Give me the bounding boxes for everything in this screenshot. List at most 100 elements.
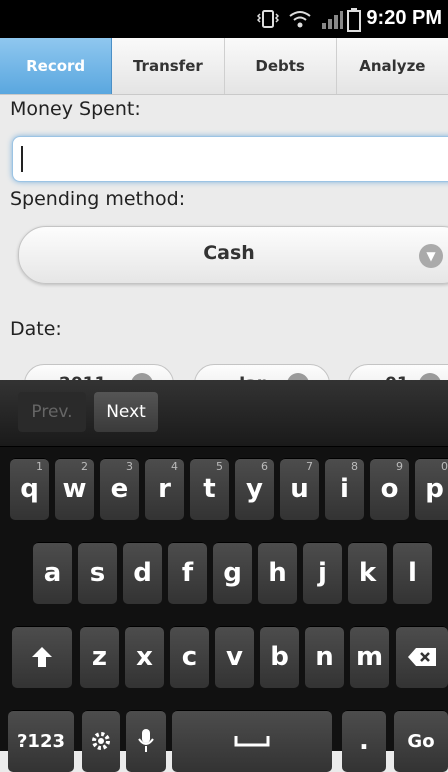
key-d[interactable]: d bbox=[123, 542, 162, 604]
key-y-label: y bbox=[246, 474, 263, 504]
key-b[interactable]: b bbox=[260, 626, 299, 688]
spending-method-select[interactable]: Cash ▼ bbox=[18, 226, 448, 284]
signal-icon bbox=[321, 8, 343, 34]
key-u-label: u bbox=[290, 474, 309, 504]
space-icon bbox=[234, 736, 270, 747]
key-o[interactable]: o9 bbox=[370, 458, 409, 520]
tab-transfer[interactable]: Transfer bbox=[112, 38, 225, 94]
key-o-label: o bbox=[380, 474, 399, 504]
period-key[interactable]: . bbox=[342, 710, 386, 772]
settings-key[interactable] bbox=[82, 710, 120, 772]
key-z-label: z bbox=[91, 642, 108, 672]
key-e[interactable]: e3 bbox=[100, 458, 139, 520]
key-n-label: n bbox=[315, 642, 334, 672]
key-k[interactable]: k bbox=[348, 542, 387, 604]
voice-input-key[interactable] bbox=[126, 710, 166, 772]
key-i[interactable]: i8 bbox=[325, 458, 364, 520]
key-x[interactable]: x bbox=[125, 626, 164, 688]
key-j-label: j bbox=[318, 558, 327, 588]
backspace-icon bbox=[408, 648, 436, 666]
date-label: Date: bbox=[10, 318, 62, 340]
clock: 9:20 PM bbox=[366, 7, 442, 29]
key-a[interactable]: a bbox=[33, 542, 72, 604]
key-i-number: 8 bbox=[351, 460, 358, 473]
spending-method-label: Spending method: bbox=[10, 188, 186, 210]
key-x-label: x bbox=[136, 642, 153, 672]
gear-icon bbox=[92, 732, 110, 750]
key-p-label: p bbox=[425, 474, 444, 504]
money-spent-input[interactable] bbox=[12, 136, 448, 182]
key-z[interactable]: z bbox=[80, 626, 119, 688]
key-p-number: 0 bbox=[441, 460, 448, 473]
key-n[interactable]: n bbox=[305, 626, 344, 688]
key-m-label: m bbox=[355, 642, 384, 672]
key-g[interactable]: g bbox=[213, 542, 252, 604]
key-v[interactable]: v bbox=[215, 626, 254, 688]
key-v-label: v bbox=[226, 642, 243, 672]
tab-debts[interactable]: Debts bbox=[224, 38, 337, 94]
key-t[interactable]: t5 bbox=[190, 458, 229, 520]
key-f-label: f bbox=[181, 558, 194, 588]
key-e-label: e bbox=[110, 474, 129, 504]
key-l[interactable]: l bbox=[393, 542, 432, 604]
key-q-number: 1 bbox=[36, 460, 43, 473]
key-t-number: 5 bbox=[216, 460, 223, 473]
symbols-key[interactable]: ?123 bbox=[8, 710, 74, 772]
key-r[interactable]: r4 bbox=[145, 458, 184, 520]
go-key[interactable]: Go bbox=[394, 710, 448, 772]
microphone-icon bbox=[138, 729, 154, 752]
key-i-label: i bbox=[340, 474, 349, 504]
status-bar: 9:20 PM bbox=[0, 0, 448, 38]
spending-method-value: Cash bbox=[203, 242, 255, 264]
go-key-label: Go bbox=[407, 730, 435, 752]
battery-icon bbox=[347, 8, 361, 36]
key-u[interactable]: u7 bbox=[280, 458, 319, 520]
key-t-label: t bbox=[203, 474, 216, 504]
key-e-number: 3 bbox=[126, 460, 133, 473]
key-q-label: q bbox=[20, 474, 39, 504]
key-g-label: g bbox=[223, 558, 242, 588]
key-m[interactable]: m bbox=[350, 626, 389, 688]
key-j[interactable]: j bbox=[303, 542, 342, 604]
key-s-label: s bbox=[89, 558, 106, 588]
money-spent-label: Money Spent: bbox=[10, 98, 141, 120]
key-r-number: 4 bbox=[171, 460, 178, 473]
key-p[interactable]: p0 bbox=[415, 458, 448, 520]
next-button[interactable]: Next bbox=[94, 392, 158, 432]
key-l-label: l bbox=[408, 558, 417, 588]
shift-key[interactable] bbox=[12, 626, 72, 688]
vibrate-icon bbox=[256, 8, 280, 34]
key-d-label: d bbox=[133, 558, 152, 588]
key-k-label: k bbox=[358, 558, 377, 588]
key-y[interactable]: y6 bbox=[235, 458, 274, 520]
tab-analyze[interactable]: Analyze bbox=[336, 38, 448, 94]
key-w-number: 2 bbox=[81, 460, 88, 473]
tab-bar: Record Transfer Debts Analyze bbox=[0, 38, 448, 95]
key-b-label: b bbox=[270, 642, 289, 672]
space-key[interactable] bbox=[172, 710, 332, 772]
key-c[interactable]: c bbox=[170, 626, 209, 688]
soft-keyboard: Prev. Next q1w2e3r4t5y6u7i8o9p0asdfghjkl… bbox=[0, 380, 448, 772]
key-r-label: r bbox=[158, 474, 171, 504]
key-f[interactable]: f bbox=[168, 542, 207, 604]
period-key-label: . bbox=[359, 726, 369, 756]
shift-icon bbox=[32, 647, 52, 667]
key-q[interactable]: q1 bbox=[10, 458, 49, 520]
key-a-label: a bbox=[43, 558, 62, 588]
key-s[interactable]: s bbox=[78, 542, 117, 604]
key-w[interactable]: w2 bbox=[55, 458, 94, 520]
tab-record[interactable]: Record bbox=[0, 38, 113, 94]
text-cursor bbox=[21, 146, 23, 172]
wifi-icon bbox=[288, 8, 312, 34]
key-c-label: c bbox=[181, 642, 198, 672]
key-y-number: 6 bbox=[261, 460, 268, 473]
chevron-down-icon: ▼ bbox=[419, 244, 443, 268]
symbols-key-label: ?123 bbox=[16, 730, 65, 752]
backspace-key[interactable] bbox=[396, 626, 448, 688]
key-o-number: 9 bbox=[396, 460, 403, 473]
key-u-number: 7 bbox=[306, 460, 313, 473]
prev-button[interactable]: Prev. bbox=[18, 392, 86, 432]
keyboard-toolbar: Prev. Next bbox=[0, 380, 448, 447]
key-h-label: h bbox=[268, 558, 287, 588]
key-h[interactable]: h bbox=[258, 542, 297, 604]
